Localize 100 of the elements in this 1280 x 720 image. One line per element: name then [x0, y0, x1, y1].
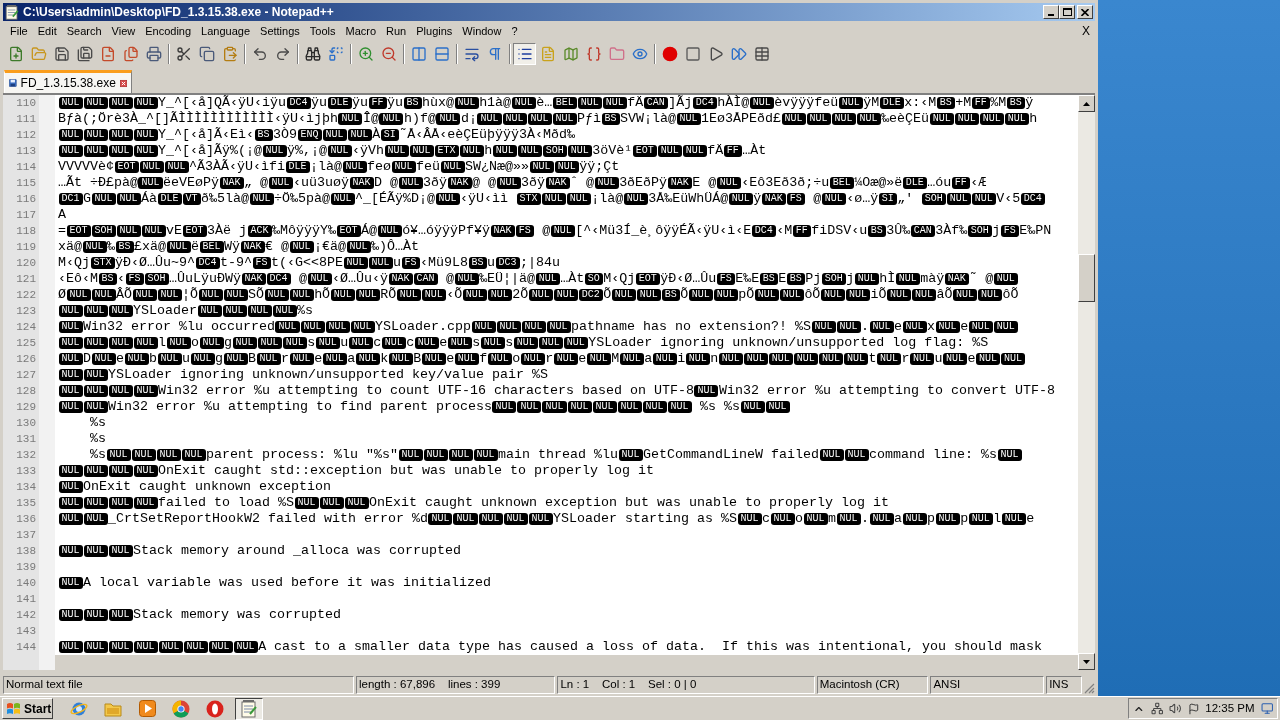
control-char: EOT [114, 161, 139, 173]
control-char: NUL [487, 353, 512, 365]
control-char: NUL [342, 161, 367, 173]
control-char: NUL [133, 337, 158, 349]
code-text: e [1026, 511, 1035, 527]
menu-item[interactable]: Search [61, 21, 107, 41]
code-text: h [1029, 111, 1038, 127]
code-text: ‹ÿU‹iÿu [230, 95, 287, 111]
control-char: NUL [58, 337, 83, 349]
code-text: Pj [805, 271, 822, 287]
menu-item[interactable]: View [106, 21, 141, 41]
code-text: i [677, 351, 686, 367]
code-text: màÿ [920, 271, 945, 287]
up-arrow-icon [1083, 101, 1090, 106]
control-char: NUL [740, 401, 765, 413]
scroll-thumb[interactable] [1078, 254, 1095, 302]
control-char: NAK [447, 177, 472, 189]
control-char: NUL [379, 113, 404, 125]
undo-icon [251, 46, 268, 62]
maximize-button[interactable] [1059, 5, 1075, 19]
control-char: NUL [440, 161, 465, 173]
code-text: failed to load %S [158, 495, 295, 511]
list-button[interactable] [513, 43, 536, 65]
menu-item[interactable]: Edit [32, 21, 62, 41]
control-char: NUL [554, 161, 579, 173]
code-text: @ [812, 191, 822, 207]
close-document-button[interactable]: X [1080, 21, 1092, 41]
code-text: ë [191, 239, 200, 255]
menu-item[interactable]: Run [381, 21, 412, 41]
show-desktop-icon[interactable] [1260, 701, 1273, 716]
code-text: %s [297, 303, 314, 319]
line-number: 135 [16, 495, 36, 511]
speaker-icon[interactable] [1169, 701, 1182, 716]
scroll-down-button[interactable] [1078, 653, 1095, 670]
control-char: NUL [183, 641, 208, 653]
control-char: NUL [682, 145, 707, 157]
control-char: NUL [737, 513, 762, 525]
menu-item[interactable]: Encoding [140, 21, 197, 41]
control-char: SOH [967, 225, 992, 237]
menu-item[interactable]: Settings [255, 21, 305, 41]
code-text: OnExit caught std::exception but was unable to properly log it [158, 463, 654, 479]
control-char: NUL [233, 641, 258, 653]
control-char: NUL [453, 513, 478, 525]
control-char: NUL [806, 113, 831, 125]
control-char: NUL [845, 289, 870, 301]
close-button[interactable] [1077, 5, 1093, 19]
control-char: SOH [542, 145, 567, 157]
menu-item[interactable]: Tools [304, 21, 341, 41]
code-text: ‹ [117, 271, 125, 287]
menu-item[interactable]: Plugins [411, 21, 458, 41]
menu-item[interactable]: File [5, 21, 33, 41]
vertical-scrollbar[interactable] [1078, 95, 1095, 670]
control-char: NUL [423, 449, 448, 461]
code-text: ‰EÜ¦|ä@ [479, 271, 536, 287]
file-tab[interactable]: FD_1.3.15.38.exe [4, 70, 132, 93]
control-char: NUL [716, 177, 741, 189]
control-char: NUL [330, 193, 355, 205]
code-text: ‹Eô‹M [58, 271, 98, 287]
control-char: NUL [541, 193, 566, 205]
scroll-up-button[interactable] [1078, 95, 1095, 112]
control-char: NUL [617, 401, 642, 413]
control-char: NUL [550, 225, 575, 237]
code-text: M‹Qj [58, 255, 90, 271]
code-text: pathname has no extension?! %S [571, 319, 812, 335]
control-char: NUL [511, 97, 536, 109]
maximize-icon [1062, 8, 1072, 16]
control-char: SOH [144, 273, 169, 285]
code-text: ^Ã3ÀÃ [189, 159, 230, 175]
control-char: NUL [91, 353, 116, 365]
code-text: OnExit caught unknown exception [83, 479, 331, 495]
zoom-in-icon [357, 46, 374, 62]
control-char: NUL [503, 513, 528, 525]
start-button[interactable]: Start [2, 698, 53, 719]
control-char: NUL [546, 321, 571, 333]
code-text: G [83, 191, 91, 207]
control-char: BS [115, 241, 134, 253]
code-text: RÕ [380, 287, 397, 303]
code-text: E‰E [735, 271, 760, 287]
code-text: Stack memory was corrupted [133, 607, 341, 623]
menu-item[interactable]: Window [457, 21, 507, 41]
taskbar-button[interactable] [235, 697, 263, 720]
minimize-button[interactable] [1043, 5, 1059, 19]
control-char: NUL [257, 337, 282, 349]
line-number: 122 [16, 287, 36, 303]
flag-icon[interactable] [1187, 701, 1200, 716]
folder-icon [608, 46, 625, 62]
control-char: NUL [619, 353, 644, 365]
control-char: NUL [566, 193, 591, 205]
menu-item[interactable]: Macro [340, 21, 382, 41]
control-char: NUL [728, 193, 753, 205]
control-char: NAK [241, 273, 266, 285]
control-char: NUL [971, 193, 996, 205]
network-icon[interactable] [1150, 701, 1164, 716]
code-text: fiDSV‹u [811, 223, 868, 239]
menu-item[interactable]: ? [506, 21, 523, 41]
control-char: NUL [346, 241, 371, 253]
menu-item[interactable]: Language [196, 21, 256, 41]
code-text: Áà [141, 191, 158, 207]
control-char: DC4 [286, 97, 311, 109]
code-text: …Àt [742, 143, 767, 159]
